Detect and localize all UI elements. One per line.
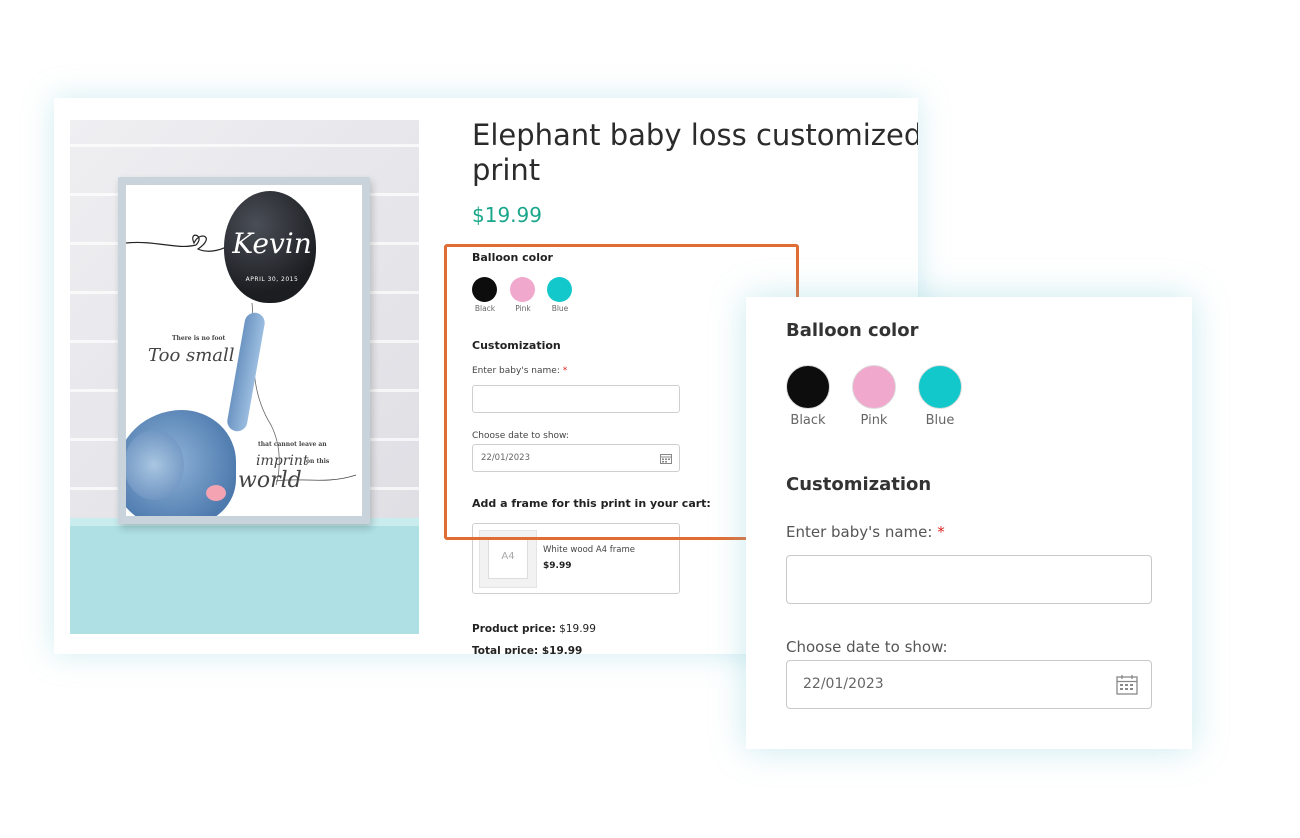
date-value: 22/01/2023 xyxy=(481,453,530,463)
swatch-label-blue: Blue xyxy=(551,304,569,313)
photo-shelf xyxy=(70,518,419,634)
frame-addon-heading: Add a frame for this print in your cart: xyxy=(472,497,711,510)
frame-thumb-label: A4 xyxy=(488,539,528,579)
swatch-label-black: Black xyxy=(474,304,496,313)
product-price: $19.99 xyxy=(472,203,542,227)
product-title: Elephant baby loss customized print xyxy=(472,118,918,188)
product-price-row: Product price: $19.99 xyxy=(472,623,596,635)
baby-name-label: Enter baby's name: * xyxy=(472,366,567,376)
print-mat: Kevin APRIL 30, 2015 There is no foot To… xyxy=(126,185,362,516)
zoom-date-value: 22/01/2023 xyxy=(803,676,884,692)
poem-line: world xyxy=(238,468,302,493)
total-price-row-partial: Total price: $19.99 xyxy=(472,645,583,654)
zoom-swatch-black[interactable] xyxy=(786,365,830,409)
zoom-swatch-pink[interactable] xyxy=(852,365,896,409)
zoom-date-label: Choose date to show: xyxy=(786,638,948,656)
zoom-swatch-label-black: Black xyxy=(790,413,826,428)
poem-line: There is no foot xyxy=(172,335,226,342)
baby-name-label-text: Enter baby's name: xyxy=(472,366,560,376)
balloon-name-text: Kevin xyxy=(232,227,312,260)
date-input[interactable]: 22/01/2023 xyxy=(472,444,680,472)
poem-line: Too small xyxy=(148,345,235,366)
zoom-swatch-blue[interactable] xyxy=(918,365,962,409)
product-title-line: print xyxy=(472,153,541,187)
elephant-cheek xyxy=(206,485,226,501)
balloon-date-text: APRIL 30, 2015 xyxy=(245,276,299,283)
product-price-value: $19.99 xyxy=(559,623,596,635)
swatch-label-pink: Pink xyxy=(515,304,531,313)
date-label: Choose date to show: xyxy=(472,431,569,441)
poem-line: that cannot leave an xyxy=(258,441,327,448)
frame-thumbnail: A4 xyxy=(479,530,537,588)
zoom-calendar-icon[interactable] xyxy=(1116,675,1138,695)
zoomed-options-panel: Balloon color Black Pink Blue Customizat… xyxy=(746,297,1192,749)
poem-line: imprint xyxy=(256,453,309,469)
product-price-label: Product price: xyxy=(472,623,556,635)
zoom-swatch-label-pink: Pink xyxy=(860,413,888,428)
zoom-required-asterisk: * xyxy=(937,523,945,541)
product-image: Kevin APRIL 30, 2015 There is no foot To… xyxy=(70,120,419,634)
baby-name-input[interactable] xyxy=(472,385,680,413)
elephant-ear xyxy=(126,430,184,500)
swatch-blue[interactable] xyxy=(547,277,572,302)
frame-addon-option[interactable]: A4 White wood A4 frame $9.99 xyxy=(472,523,680,594)
zoom-date-input[interactable]: 22/01/2023 xyxy=(786,660,1152,709)
customization-heading: Customization xyxy=(472,339,561,352)
zoom-customization-heading: Customization xyxy=(786,474,932,495)
zoom-baby-name-input[interactable] xyxy=(786,555,1152,604)
zoom-baby-name-label: Enter baby's name: * xyxy=(786,523,945,541)
poem-line: on this xyxy=(306,458,330,465)
swatch-pink[interactable] xyxy=(510,277,535,302)
calendar-icon[interactable] xyxy=(660,453,672,464)
frame-price: $9.99 xyxy=(543,561,572,571)
zoom-swatch-label-blue: Blue xyxy=(925,413,955,428)
required-asterisk: * xyxy=(562,366,568,376)
product-title-line: Elephant baby loss customized xyxy=(472,118,918,152)
frame-name: White wood A4 frame xyxy=(543,545,635,555)
swatch-black[interactable] xyxy=(472,277,497,302)
zoom-baby-name-label-text: Enter baby's name: xyxy=(786,523,933,541)
zoom-balloon-color-heading: Balloon color xyxy=(786,320,919,341)
picture-frame: Kevin APRIL 30, 2015 There is no foot To… xyxy=(118,177,370,524)
balloon-color-heading: Balloon color xyxy=(472,251,553,264)
